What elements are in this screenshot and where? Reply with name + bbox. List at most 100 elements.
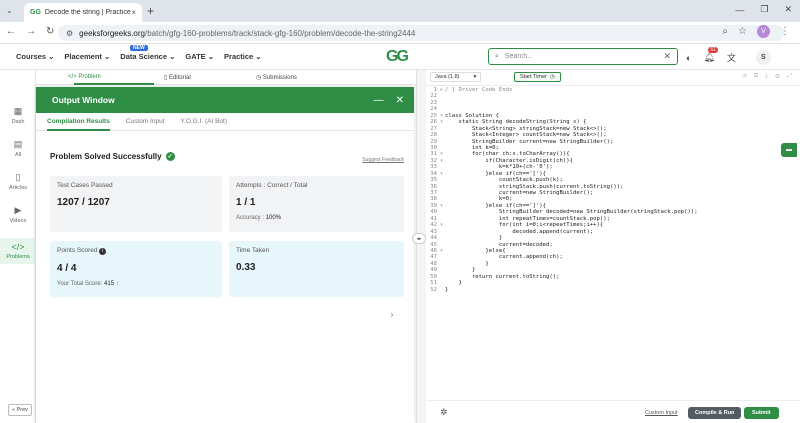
reload-icon[interactable]: ↻ xyxy=(46,26,54,37)
list-icon: ▤ xyxy=(13,139,23,149)
code-text: } xyxy=(445,286,449,293)
browser-tab[interactable]: GG Decode the string | Practice | G × xyxy=(24,3,142,22)
code-line[interactable]: 52} xyxy=(426,287,800,293)
gfg-favicon-icon: GG xyxy=(30,9,41,16)
forward-icon[interactable]: → xyxy=(26,26,36,37)
chevron-right-icon[interactable]: › xyxy=(386,309,398,321)
nav-courses[interactable]: Courses ⌄ xyxy=(16,52,54,61)
time-card: Time Taken 0.33 xyxy=(229,241,404,297)
editor-footer: ✲ Custom Input Compile & Run Submit xyxy=(426,400,800,423)
site-info-icon[interactable]: ⚙ xyxy=(66,29,73,38)
total-score-value: 415 xyxy=(104,281,115,287)
rail-item-problems[interactable]: </> Problems xyxy=(0,238,36,264)
code-icon: </> xyxy=(11,242,25,252)
site-header: Courses ⌄ Placement ⌄ Data Science ⌄ GAT… xyxy=(0,44,800,70)
chevron-down-icon: ▾ xyxy=(473,74,477,80)
bookmark-star-icon[interactable]: ☆ xyxy=(738,26,747,37)
video-icon: ▶ xyxy=(14,205,22,215)
check-icon: ✓ xyxy=(165,152,175,161)
rail-item-videos[interactable]: ▶ Videos xyxy=(0,205,36,224)
panel-divider[interactable] xyxy=(416,70,426,423)
suggest-feedback-link[interactable]: Suggest Feedback xyxy=(362,157,404,163)
accuracy-value: 100% xyxy=(265,215,282,221)
gfg-logo[interactable]: GG xyxy=(386,48,409,66)
search-input[interactable]: ⌕ Search... ✕ xyxy=(488,48,678,65)
url-domain: geeksforgeeks.org xyxy=(79,28,145,38)
window-close-icon[interactable]: ✕ xyxy=(784,4,792,15)
header-icons: ◐ 🔔︎ 61 文 S xyxy=(686,47,771,65)
new-badge: NEW xyxy=(130,45,148,51)
submit-button[interactable]: Submit xyxy=(744,407,779,419)
time-value: 0.33 xyxy=(236,262,256,273)
info-icon[interactable]: i xyxy=(99,248,107,255)
language-select[interactable]: Java (1.8) ▾ xyxy=(430,72,482,82)
new-tab-icon[interactable]: + xyxy=(147,4,154,18)
browser-nav: ← → ↻ xyxy=(6,26,54,37)
rail-item-dash[interactable]: ▦ Dash xyxy=(0,106,36,125)
output-window-title: Output Window xyxy=(52,95,115,105)
search-clear-icon[interactable]: ✕ xyxy=(663,51,671,62)
translate-icon[interactable]: 文 xyxy=(727,51,736,64)
problem-tabs: </> Problem ▯ Editorial ◷ Submissions xyxy=(36,70,416,85)
tab-compilation-results[interactable]: Compilation Results xyxy=(47,118,110,131)
nav-gate[interactable]: GATE ⌄ xyxy=(185,52,214,61)
minimize-panel-icon[interactable]: — xyxy=(374,95,384,106)
code-text: / } Driver Code Ends xyxy=(445,87,513,93)
output-window: Output Window — ✕ Compilation Results Cu… xyxy=(36,87,414,423)
line-number: 52 xyxy=(430,286,437,293)
tab-close-icon[interactable]: × xyxy=(131,8,136,17)
close-panel-icon[interactable]: ✕ xyxy=(396,95,404,106)
zoom-icon[interactable]: ⌕ xyxy=(722,26,728,37)
back-icon[interactable]: ← xyxy=(6,26,16,37)
output-window-header: Output Window — ✕ xyxy=(36,87,414,113)
editor-toolbar: Java (1.8) ▾ Start Timer ◷ ↺ ⧉ ⤓ ⚙ ⤢ xyxy=(426,70,800,86)
window-controls: — ❐ ✕ xyxy=(735,4,792,15)
compile-run-button[interactable]: Compile & Run xyxy=(688,407,742,419)
nav-placement[interactable]: Placement ⌄ xyxy=(64,52,110,61)
chat-icon[interactable]: ▬ xyxy=(781,143,797,157)
tab-yogi-bot[interactable]: Y.O.G.I. (AI Bot) xyxy=(181,118,227,125)
grid-icon: ▦ xyxy=(13,106,23,116)
tab-custom-input[interactable]: Custom Input xyxy=(126,118,165,125)
rail-item-articles[interactable]: ▯ Articles xyxy=(0,172,36,191)
browser-menu-icon[interactable]: ⋮ xyxy=(780,26,790,37)
resize-handle-icon[interactable]: ◂▸ xyxy=(412,233,426,244)
rail-item-all[interactable]: ▤ All xyxy=(0,139,36,158)
fold-arrow-icon xyxy=(438,287,445,293)
tab-editorial[interactable]: ▯ Editorial xyxy=(164,74,191,81)
search-placeholder: Search... xyxy=(504,53,533,60)
reset-icon[interactable]: ↺ xyxy=(742,73,747,80)
address-actions: ⌕ ☆ V ⋮ xyxy=(722,25,790,38)
test-cases-card: Test Cases Passed 1207 / 1207 xyxy=(50,176,222,232)
custom-input-link[interactable]: Custom Input xyxy=(645,410,678,416)
notification-bell-icon[interactable]: 🔔︎ 61 xyxy=(703,47,718,63)
arrow-up-icon: ↑ xyxy=(115,281,119,287)
copy-icon[interactable]: ⧉ xyxy=(754,73,758,80)
browser-tab-strip: ⌄ GG Decode the string | Practice | G × … xyxy=(0,0,800,22)
user-avatar[interactable]: S xyxy=(755,50,771,65)
profile-avatar[interactable]: V xyxy=(757,25,770,38)
address-bar-row: ← → ↻ ⚙ geeksforgeeks.org/batch/gfg-160-… xyxy=(0,22,800,44)
nav-practice[interactable]: Practice ⌄ xyxy=(224,52,262,61)
url-input[interactable]: ⚙ geeksforgeeks.org/batch/gfg-160-proble… xyxy=(58,25,784,41)
url-path: /batch/gfg-160-problems/track/stack-gfg-… xyxy=(145,28,416,38)
tab-problem[interactable]: </> Problem xyxy=(68,74,101,80)
restore-icon[interactable]: ❐ xyxy=(760,4,768,15)
points-value: 4 / 4 xyxy=(57,263,77,274)
left-rail: ▦ Dash ▤ All ▯ Articles ▶ Videos </> Problems xyxy=(0,70,36,423)
prev-button[interactable]: « Prev xyxy=(8,404,32,416)
fullscreen-icon[interactable]: ⤢ xyxy=(787,73,792,80)
tab-submissions[interactable]: ◷ Submissions xyxy=(256,74,297,81)
nav-data-science[interactable]: Data Science ⌄ xyxy=(120,52,175,61)
download-icon[interactable]: ⤓ xyxy=(765,73,768,80)
editor-settings-icon[interactable]: ✲ xyxy=(440,407,448,418)
book-icon: ▯ xyxy=(15,172,21,182)
search-icon: ⌕ xyxy=(495,52,499,60)
settings-icon[interactable]: ⚙ xyxy=(775,73,780,80)
minimize-icon[interactable]: — xyxy=(735,5,744,15)
code-text: return current.toString(); xyxy=(445,273,560,280)
start-timer-button[interactable]: Start Timer ◷ xyxy=(514,72,561,82)
tab-search-icon[interactable]: ⌄ xyxy=(6,6,13,15)
code-editor[interactable]: 1 ▸ / } Driver Code Ends 22 23 24 25 ▾ class Sol… xyxy=(426,87,800,392)
theme-toggle-icon[interactable]: ◐ xyxy=(686,53,691,63)
